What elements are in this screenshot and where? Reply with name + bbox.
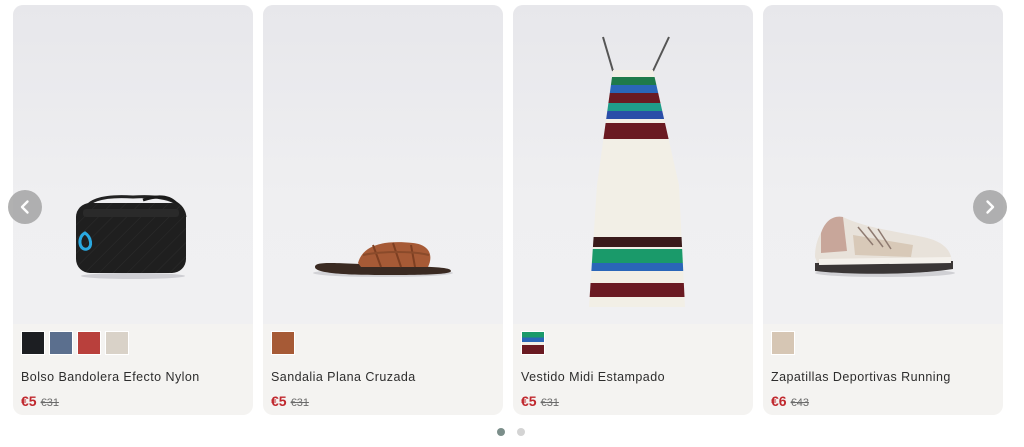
original-price: €31 xyxy=(540,397,559,409)
pagination-dot[interactable] xyxy=(497,428,505,436)
product-card[interactable]: Sandalia Plana Cruzada €5 €31 xyxy=(263,5,503,415)
price-row: €5 €31 xyxy=(21,393,59,409)
pagination-dot[interactable] xyxy=(517,428,525,436)
product-name[interactable]: Zapatillas Deportivas Running xyxy=(771,370,951,384)
product-image[interactable] xyxy=(13,5,253,324)
original-price: €31 xyxy=(290,397,309,409)
product-name[interactable]: Sandalia Plana Cruzada xyxy=(271,370,416,384)
product-name[interactable]: Vestido Midi Estampado xyxy=(521,370,665,384)
product-image[interactable] xyxy=(763,5,1003,324)
original-price: €43 xyxy=(790,397,809,409)
product-image[interactable] xyxy=(263,5,503,324)
color-swatch[interactable] xyxy=(77,331,101,355)
original-price: €31 xyxy=(40,397,59,409)
sale-price: €5 xyxy=(21,393,37,409)
color-swatch[interactable] xyxy=(271,331,295,355)
chevron-right-icon xyxy=(986,200,995,214)
product-card[interactable]: Vestido Midi Estampado €5 €31 xyxy=(513,5,753,415)
color-swatches xyxy=(771,331,795,355)
product-image[interactable] xyxy=(513,5,753,324)
product-card[interactable]: Bolso Bandolera Efecto Nylon €5 €31 xyxy=(13,5,253,415)
color-swatch[interactable] xyxy=(105,331,129,355)
price-row: €5 €31 xyxy=(271,393,309,409)
price-row: €6 €43 xyxy=(771,393,809,409)
color-swatches xyxy=(521,331,545,355)
color-swatches xyxy=(271,331,295,355)
sale-price: €6 xyxy=(771,393,787,409)
color-swatch[interactable] xyxy=(21,331,45,355)
product-name[interactable]: Bolso Bandolera Efecto Nylon xyxy=(21,370,200,384)
carousel-track: Bolso Bandolera Efecto Nylon €5 €31 Sand… xyxy=(13,5,1003,415)
product-carousel: Bolso Bandolera Efecto Nylon €5 €31 Sand… xyxy=(0,0,1024,447)
price-row: €5 €31 xyxy=(521,393,559,409)
color-swatch[interactable] xyxy=(49,331,73,355)
sale-price: €5 xyxy=(521,393,537,409)
product-card[interactable]: Zapatillas Deportivas Running €6 €43 xyxy=(763,5,1003,415)
carousel-prev-button[interactable] xyxy=(8,190,42,224)
color-swatch[interactable] xyxy=(771,331,795,355)
carousel-pagination xyxy=(497,428,525,436)
color-swatch[interactable] xyxy=(521,331,545,355)
chevron-left-icon xyxy=(20,200,29,214)
color-swatches xyxy=(21,331,129,355)
sale-price: €5 xyxy=(271,393,287,409)
carousel-next-button[interactable] xyxy=(973,190,1007,224)
